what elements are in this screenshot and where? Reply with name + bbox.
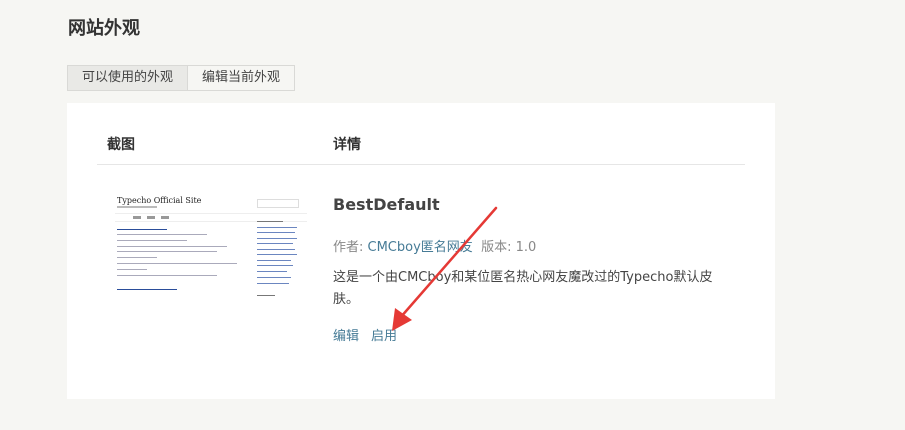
annotation-arrow-icon [392, 206, 498, 331]
